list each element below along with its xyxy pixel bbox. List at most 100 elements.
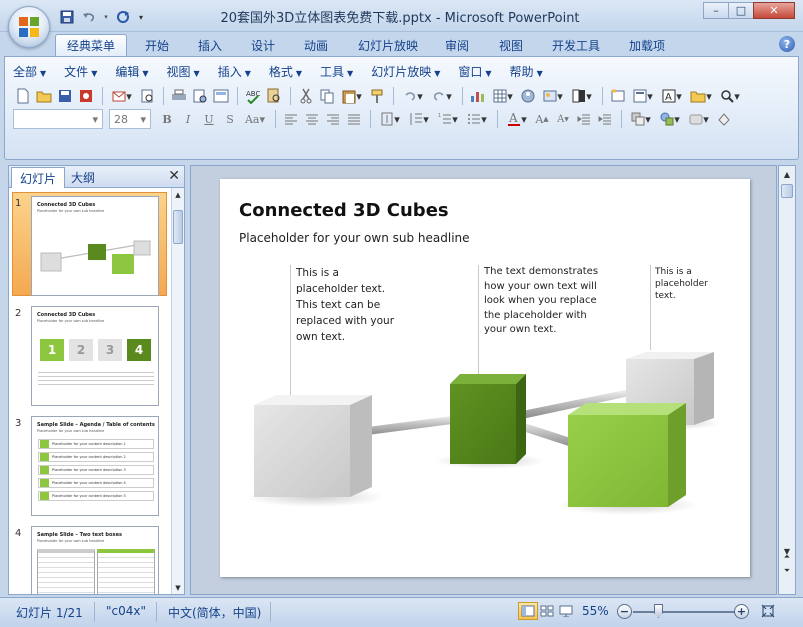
line-spacing-icon[interactable]: ▾ — [405, 109, 433, 129]
save-icon[interactable] — [58, 8, 76, 26]
tab-view[interactable]: 视图 — [491, 34, 531, 56]
save-icon[interactable] — [55, 86, 75, 106]
menu-help[interactable]: 帮助 ▼ — [510, 63, 543, 81]
print-preview-icon[interactable] — [137, 86, 157, 106]
insert-table-icon[interactable]: ▾ — [489, 86, 517, 106]
minimize-button[interactable]: – — [703, 2, 729, 19]
close-button[interactable]: ✕ — [753, 2, 795, 19]
increase-indent-icon[interactable] — [595, 109, 615, 129]
menu-edit[interactable]: 编辑 ▼ — [115, 63, 148, 81]
tab-slides[interactable]: 幻灯片 — [11, 167, 66, 188]
copy-icon[interactable] — [317, 86, 337, 106]
new-document-icon[interactable] — [13, 86, 33, 106]
slide-layout-icon[interactable]: ▾ — [629, 86, 657, 106]
shapes-icon[interactable]: ▾ — [656, 109, 684, 129]
office-button[interactable] — [8, 6, 50, 48]
normal-view-button[interactable] — [518, 602, 538, 620]
language-indicator[interactable]: 中文(简体，中国) — [168, 604, 261, 621]
font-color-icon[interactable]: A ▾ — [503, 109, 531, 129]
tab-classic-menu[interactable]: 经典菜单 — [55, 34, 127, 56]
close-icon[interactable]: ✕ — [168, 168, 180, 184]
change-case-icon[interactable]: Aa▾ — [241, 109, 269, 129]
zoom-slider-track[interactable] — [633, 611, 735, 613]
font-size-combo[interactable]: 28 ▾ — [109, 109, 151, 129]
tab-insert[interactable]: 插入 — [190, 34, 230, 56]
font-name-combo[interactable]: ▾ — [13, 109, 103, 129]
undo-icon[interactable]: ▾ — [399, 86, 427, 106]
tab-design[interactable]: 设计 — [243, 34, 283, 56]
format-painter-icon[interactable] — [367, 86, 387, 106]
zoom-slider-knob[interactable] — [654, 604, 663, 618]
menu-format[interactable]: 格式 ▼ — [269, 63, 302, 81]
underline-icon[interactable]: U — [199, 109, 219, 129]
tab-animations[interactable]: 动画 — [296, 34, 336, 56]
help-icon[interactable]: ? — [779, 36, 795, 52]
scroll-down-icon[interactable]: ▼ — [172, 581, 184, 594]
fit-to-window-button[interactable] — [758, 602, 778, 620]
tab-review[interactable]: 审阅 — [437, 34, 477, 56]
redo-icon[interactable]: ▾ — [428, 86, 456, 106]
cut-icon[interactable] — [296, 86, 316, 106]
tab-outline[interactable]: 大纲 — [63, 167, 103, 188]
slide-thumbnail-4[interactable]: Sample Slide – Two text boxes Placeholde… — [31, 526, 159, 594]
shape-fill-icon[interactable] — [714, 109, 734, 129]
zoom-level[interactable]: 55% — [582, 604, 609, 618]
print-icon[interactable] — [169, 86, 189, 106]
color-grayscale-icon[interactable]: ▾ — [568, 86, 596, 106]
tab-developer[interactable]: 开发工具 — [544, 34, 608, 56]
tab-add-ins[interactable]: 加载项 — [622, 34, 672, 56]
open-folder-icon[interactable] — [34, 86, 54, 106]
insert-chart-icon[interactable] — [468, 86, 488, 106]
zoom-out-button[interactable]: − — [617, 604, 632, 619]
slide-title[interactable]: Connected 3D Cubes — [239, 200, 449, 221]
tab-slide-show[interactable]: 幻灯片放映 — [350, 34, 426, 56]
slide-subtitle[interactable]: Placeholder for your own sub headline — [239, 231, 470, 245]
new-slide-icon[interactable] — [608, 86, 628, 106]
current-slide[interactable]: Connected 3D Cubes Placeholder for your … — [220, 179, 750, 577]
open-folder-dropdown-icon[interactable]: ▾ — [687, 86, 715, 106]
align-right-icon[interactable] — [323, 109, 343, 129]
permission-icon[interactable] — [76, 86, 96, 106]
slides-pane-scrollbar[interactable]: ▲ ▼ — [171, 188, 184, 594]
normal-view-icon[interactable] — [211, 86, 231, 106]
arrange-icon[interactable]: ▾ — [627, 109, 655, 129]
customize-toolbar-icon[interactable]: ▾ — [136, 8, 146, 26]
slide-sorter-button[interactable] — [537, 602, 557, 620]
next-slide-icon[interactable]: ⏷ — [780, 564, 794, 578]
menu-slide-show[interactable]: 幻灯片放映 ▼ — [371, 63, 440, 81]
dropdown-small-icon[interactable]: ▾ — [102, 8, 110, 26]
previous-slide-icon[interactable]: ⏶ — [780, 550, 794, 564]
quick-print-icon[interactable] — [190, 86, 210, 106]
menu-all[interactable]: 全部 ▼ — [13, 63, 46, 81]
undo-icon[interactable] — [80, 8, 98, 26]
find-icon[interactable]: ▾ — [716, 86, 744, 106]
placeholder-text-1[interactable]: This is a placeholder text. This text ca… — [296, 265, 416, 345]
menu-tools[interactable]: 工具 ▼ — [320, 63, 353, 81]
scroll-up-icon[interactable]: ▲ — [780, 167, 794, 181]
numbering-icon[interactable]: 1 ▾ — [434, 109, 462, 129]
insert-picture-icon[interactable]: ▾ — [539, 86, 567, 106]
menu-file[interactable]: 文件 ▼ — [64, 63, 97, 81]
maximize-button[interactable]: □ — [728, 2, 754, 19]
shrink-font-icon[interactable]: A ▼ — [553, 109, 573, 129]
scroll-up-icon[interactable]: ▲ — [172, 188, 184, 201]
slide-thumbnail-1[interactable]: Connected 3D Cubes Placeholder for your … — [31, 196, 159, 296]
spelling-icon[interactable]: ABC — [243, 86, 263, 106]
quick-styles-icon[interactable]: ▾ — [685, 109, 713, 129]
bold-icon[interactable]: B — [157, 109, 177, 129]
research-icon[interactable] — [264, 86, 284, 106]
align-left-icon[interactable] — [281, 109, 301, 129]
email-icon[interactable]: ▾ — [108, 86, 136, 106]
tab-home[interactable]: 开始 — [137, 34, 177, 56]
italic-icon[interactable]: I — [178, 109, 198, 129]
scroll-thumb[interactable] — [781, 184, 793, 198]
menu-view[interactable]: 视图 ▼ — [167, 63, 200, 81]
menu-insert[interactable]: 插入 ▼ — [218, 63, 251, 81]
slide-editor-scrollbar[interactable]: ▲ ▼ ⏶ ⏷ — [778, 165, 796, 595]
slide-thumbnail-3[interactable]: Sample Slide – Agenda / Table of content… — [31, 416, 159, 516]
placeholder-text-2[interactable]: The text demonstrates how your own text … — [484, 265, 614, 338]
slide-show-button[interactable] — [556, 602, 576, 620]
slide-thumbnail-2[interactable]: Connected 3D Cubes Placeholder for your … — [31, 306, 159, 406]
align-center-icon[interactable] — [302, 109, 322, 129]
decrease-indent-icon[interactable] — [574, 109, 594, 129]
